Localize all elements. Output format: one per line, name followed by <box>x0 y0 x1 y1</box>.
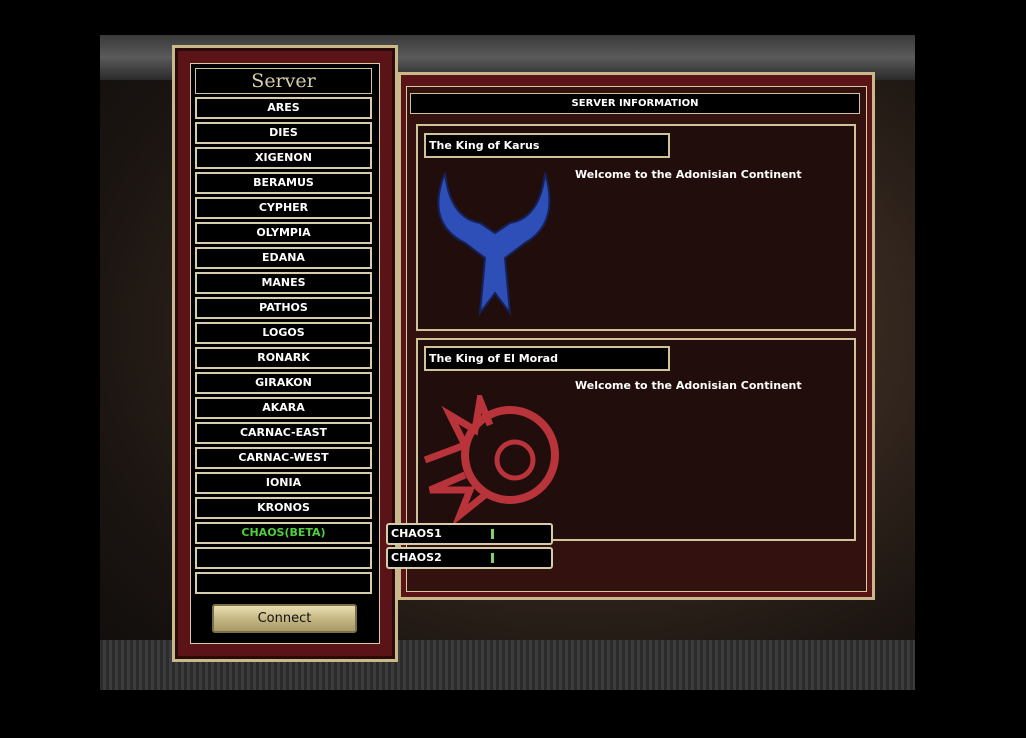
server-item[interactable]: CYPHER <box>195 197 372 219</box>
karus-king: The King of Karus <box>424 133 670 158</box>
server-title: Server <box>195 68 372 94</box>
server-load-indicator <box>491 529 494 539</box>
sub-server-chaos2[interactable]: CHAOS2 <box>386 547 553 569</box>
sub-server-chaos1[interactable]: CHAOS1 <box>386 523 553 545</box>
sub-server-name: CHAOS2 <box>391 551 442 564</box>
elmorad-welcome: Welcome to the Adonisian Continent <box>575 379 802 392</box>
server-item[interactable]: DIES <box>195 122 372 144</box>
server-item[interactable]: OLYMPIA <box>195 222 372 244</box>
server-item[interactable]: CARNAC-EAST <box>195 422 372 444</box>
sub-server-name: CHAOS1 <box>391 527 442 540</box>
server-item[interactable]: MANES <box>195 272 372 294</box>
server-item[interactable] <box>195 547 372 569</box>
server-load-indicator <box>491 553 494 563</box>
server-item[interactable]: LOGOS <box>195 322 372 344</box>
server-item[interactable]: PATHOS <box>195 297 372 319</box>
karus-welcome: Welcome to the Adonisian Continent <box>575 168 802 181</box>
server-item[interactable] <box>195 572 372 594</box>
server-info-header: SERVER INFORMATION <box>410 93 860 114</box>
elmorad-sun-emblem-icon <box>423 395 559 525</box>
server-item[interactable]: AKARA <box>195 397 372 419</box>
server-item[interactable]: RONARK <box>195 347 372 369</box>
server-item[interactable]: CHAOS(BETA) <box>195 522 372 544</box>
connect-button[interactable]: Connect <box>212 604 357 633</box>
server-item[interactable]: BERAMUS <box>195 172 372 194</box>
server-item[interactable]: ARES <box>195 97 372 119</box>
server-item[interactable]: XIGENON <box>195 147 372 169</box>
server-item[interactable]: CARNAC-WEST <box>195 447 372 469</box>
server-item[interactable]: EDANA <box>195 247 372 269</box>
server-item[interactable]: IONIA <box>195 472 372 494</box>
elmorad-king: The King of El Morad <box>424 346 670 371</box>
server-item[interactable]: GIRAKON <box>195 372 372 394</box>
server-item[interactable]: KRONOS <box>195 497 372 519</box>
karus-horns-emblem-icon <box>437 172 551 317</box>
